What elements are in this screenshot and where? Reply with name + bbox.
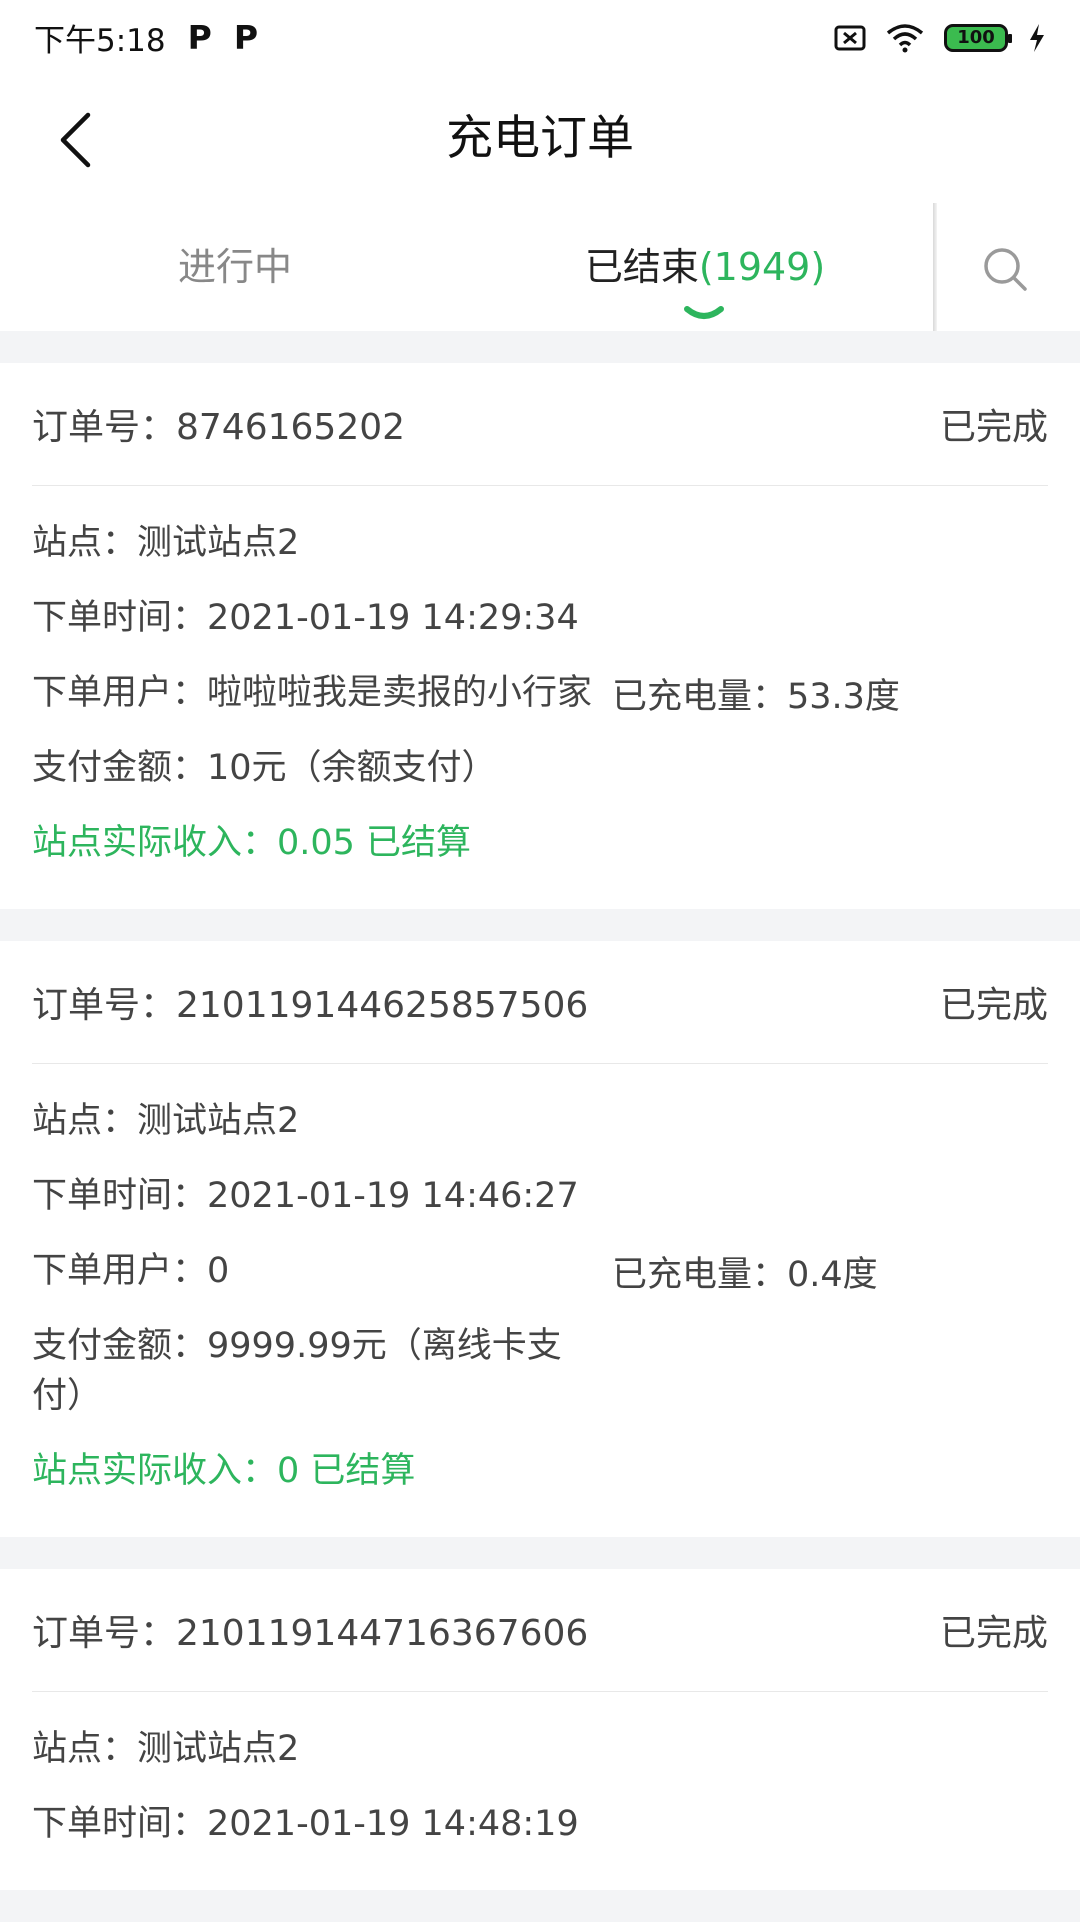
status-bar: 下午5:18 P P 100	[0, 0, 1080, 75]
order-card[interactable]: 订单号：8746165202 已完成 站点：测试站点2 下单时间：2021-01…	[0, 363, 1080, 909]
order-status: 已完成	[939, 985, 1048, 1026]
wifi-icon	[886, 23, 924, 52]
order-station: 站点：测试站点2	[32, 1101, 300, 1141]
order-card[interactable]: 订单号：210119144625857506 已完成 站点：测试站点2 下单时间…	[0, 941, 1080, 1537]
order-time: 下单时间：2021-01-19 14:29:34	[32, 598, 579, 638]
order-status: 已完成	[939, 1613, 1048, 1654]
order-payment-row: 支付金额：9999.99元（离线卡支付）	[32, 1309, 1048, 1434]
parking-icon: P	[233, 18, 258, 57]
order-details: 站点：测试站点2 下单时间：2021-01-19 14:48:19	[32, 1692, 1048, 1890]
parking-icon: P	[187, 18, 212, 57]
order-details: 站点：测试站点2 下单时间：2021-01-19 14:46:27 下单用户：0…	[32, 1064, 1048, 1537]
order-payment: 支付金额：10元（余额支付）	[32, 748, 497, 788]
tab-ongoing[interactable]: 进行中	[0, 203, 470, 331]
order-number: 订单号：210119144625857506	[32, 985, 589, 1026]
order-status: 已完成	[939, 407, 1048, 448]
tab-ended-label: 已结束	[584, 245, 699, 289]
page-title: 充电订单	[446, 111, 634, 166]
order-payment: 支付金额：9999.99元（离线卡支付）	[32, 1326, 562, 1416]
order-station: 站点：测试站点2	[32, 523, 300, 563]
order-number: 订单号：210119144716367606	[32, 1613, 589, 1654]
order-time: 下单时间：2021-01-19 14:48:19	[32, 1804, 579, 1844]
tab-divider	[933, 203, 937, 331]
order-income: 站点实际收入：0.05 已结算	[32, 823, 472, 863]
battery-icon: 100	[944, 23, 1012, 52]
order-user-row: 下单用户：0 已充电量：0.4度	[32, 1234, 1048, 1309]
status-time: 下午5:18	[34, 23, 166, 59]
order-header: 订单号：8746165202 已完成	[32, 363, 1048, 486]
order-income: 站点实际收入：0 已结算	[32, 1451, 416, 1491]
order-card[interactable]: 订单号：210119144716367606 已完成 站点：测试站点2 下单时间…	[0, 1569, 1080, 1890]
order-header: 订单号：210119144625857506 已完成	[32, 941, 1048, 1064]
battery-level: 100	[957, 27, 995, 48]
status-left: 下午5:18 P P	[34, 15, 258, 60]
tab-active-indicator	[684, 306, 724, 319]
order-user-row: 下单用户：啦啦啦我是卖报的小行家 已充电量：53.3度	[32, 656, 1048, 731]
order-charged: 已充电量：53.3度	[612, 677, 900, 717]
order-station: 站点：测试站点2	[32, 1729, 300, 1769]
order-list: 订单号：8746165202 已完成 站点：测试站点2 下单时间：2021-01…	[0, 363, 1080, 1922]
sim-off-icon	[834, 25, 866, 50]
order-user: 下单用户：0	[32, 1251, 230, 1291]
charging-icon	[1030, 23, 1044, 52]
order-user: 下单用户：啦啦啦我是卖报的小行家	[32, 673, 593, 713]
order-header: 订单号：210119144716367606 已完成	[32, 1569, 1048, 1692]
search-icon	[984, 248, 1027, 291]
order-number: 订单号：8746165202	[32, 407, 406, 448]
nav-bar: 充电订单	[0, 75, 1080, 203]
order-charged: 已充电量：0.4度	[612, 1255, 878, 1295]
tab-bar: 进行中 已结束(1949)	[0, 203, 1080, 331]
order-details: 站点：测试站点2 下单时间：2021-01-19 14:29:34 下单用户：啦…	[32, 486, 1048, 909]
order-time: 下单时间：2021-01-19 14:46:27	[32, 1176, 579, 1216]
status-right: 100	[834, 23, 1046, 53]
search-button[interactable]	[975, 239, 1035, 299]
tab-ended-count: (1949)	[698, 245, 826, 289]
